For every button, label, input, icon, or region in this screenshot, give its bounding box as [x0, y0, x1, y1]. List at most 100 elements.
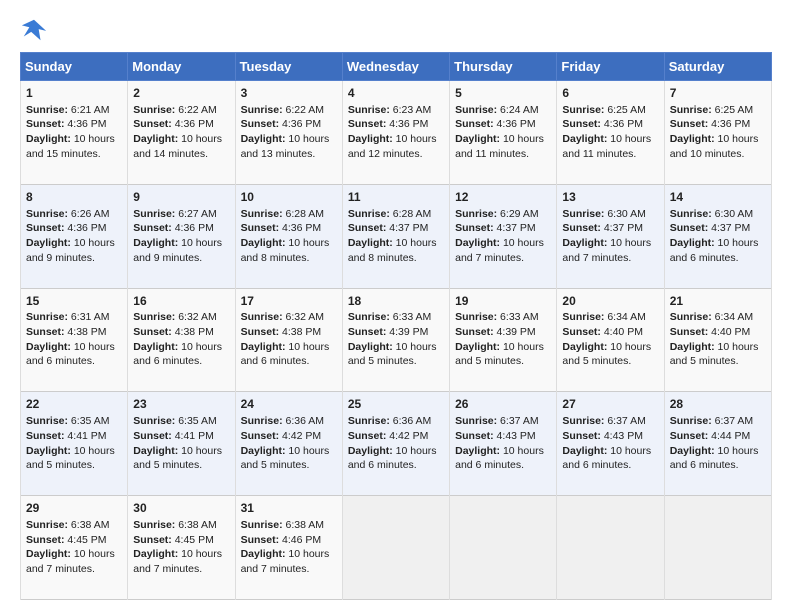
- day-cell: 12Sunrise: 6:29 AMSunset: 4:37 PMDayligh…: [450, 184, 557, 288]
- day-cell: 31Sunrise: 6:38 AMSunset: 4:46 PMDayligh…: [235, 496, 342, 600]
- sunset-label: Sunset:: [670, 430, 709, 442]
- day-number: 25: [348, 396, 444, 413]
- day-cell: 14Sunrise: 6:30 AMSunset: 4:37 PMDayligh…: [664, 184, 771, 288]
- daylight-label: Daylight:: [133, 133, 178, 145]
- day-number: 20: [562, 293, 658, 310]
- day-number: 11: [348, 189, 444, 206]
- day-cell: 3Sunrise: 6:22 AMSunset: 4:36 PMDaylight…: [235, 81, 342, 185]
- sunset-label: Sunset:: [348, 118, 387, 130]
- day-cell: 19Sunrise: 6:33 AMSunset: 4:39 PMDayligh…: [450, 288, 557, 392]
- daylight-label: Daylight:: [562, 445, 607, 457]
- day-cell: 29Sunrise: 6:38 AMSunset: 4:45 PMDayligh…: [21, 496, 128, 600]
- sunrise-label: Sunrise:: [348, 311, 390, 323]
- sunrise-label: Sunrise:: [26, 104, 68, 116]
- day-cell: 28Sunrise: 6:37 AMSunset: 4:44 PMDayligh…: [664, 392, 771, 496]
- sunrise-label: Sunrise:: [670, 311, 712, 323]
- day-cell: 16Sunrise: 6:32 AMSunset: 4:38 PMDayligh…: [128, 288, 235, 392]
- day-cell: [450, 496, 557, 600]
- col-header-friday: Friday: [557, 53, 664, 81]
- daylight-label: Daylight:: [241, 341, 286, 353]
- sunset-label: Sunset:: [133, 222, 172, 234]
- day-number: 26: [455, 396, 551, 413]
- sunrise-label: Sunrise:: [348, 415, 390, 427]
- day-number: 12: [455, 189, 551, 206]
- daylight-label: Daylight:: [670, 237, 715, 249]
- day-cell: 24Sunrise: 6:36 AMSunset: 4:42 PMDayligh…: [235, 392, 342, 496]
- week-row-4: 22Sunrise: 6:35 AMSunset: 4:41 PMDayligh…: [21, 392, 772, 496]
- header: [20, 16, 772, 44]
- day-cell: 11Sunrise: 6:28 AMSunset: 4:37 PMDayligh…: [342, 184, 449, 288]
- col-header-saturday: Saturday: [664, 53, 771, 81]
- sunrise-label: Sunrise:: [562, 415, 604, 427]
- col-header-wednesday: Wednesday: [342, 53, 449, 81]
- day-number: 5: [455, 85, 551, 102]
- sunset-label: Sunset:: [133, 326, 172, 338]
- sunset-label: Sunset:: [26, 534, 65, 546]
- day-cell: 4Sunrise: 6:23 AMSunset: 4:36 PMDaylight…: [342, 81, 449, 185]
- day-cell: 23Sunrise: 6:35 AMSunset: 4:41 PMDayligh…: [128, 392, 235, 496]
- day-cell: 21Sunrise: 6:34 AMSunset: 4:40 PMDayligh…: [664, 288, 771, 392]
- day-number: 17: [241, 293, 337, 310]
- daylight-label: Daylight:: [670, 445, 715, 457]
- daylight-label: Daylight:: [26, 445, 71, 457]
- sunrise-label: Sunrise:: [26, 519, 68, 531]
- sunrise-label: Sunrise:: [26, 311, 68, 323]
- sunset-label: Sunset:: [133, 534, 172, 546]
- day-cell: 20Sunrise: 6:34 AMSunset: 4:40 PMDayligh…: [557, 288, 664, 392]
- daylight-label: Daylight:: [133, 548, 178, 560]
- sunset-label: Sunset:: [670, 118, 709, 130]
- daylight-label: Daylight:: [133, 237, 178, 249]
- day-cell: [664, 496, 771, 600]
- sunset-label: Sunset:: [241, 222, 280, 234]
- daylight-label: Daylight:: [348, 341, 393, 353]
- week-row-3: 15Sunrise: 6:31 AMSunset: 4:38 PMDayligh…: [21, 288, 772, 392]
- week-row-1: 1Sunrise: 6:21 AMSunset: 4:36 PMDaylight…: [21, 81, 772, 185]
- sunset-label: Sunset:: [241, 430, 280, 442]
- day-cell: 5Sunrise: 6:24 AMSunset: 4:36 PMDaylight…: [450, 81, 557, 185]
- day-number: 15: [26, 293, 122, 310]
- daylight-label: Daylight:: [455, 341, 500, 353]
- calendar-header-row: SundayMondayTuesdayWednesdayThursdayFrid…: [21, 53, 772, 81]
- sunrise-label: Sunrise:: [133, 311, 175, 323]
- sunrise-label: Sunrise:: [133, 519, 175, 531]
- sunrise-label: Sunrise:: [562, 208, 604, 220]
- sunrise-label: Sunrise:: [670, 104, 712, 116]
- daylight-label: Daylight:: [670, 341, 715, 353]
- day-number: 18: [348, 293, 444, 310]
- day-number: 23: [133, 396, 229, 413]
- day-cell: 13Sunrise: 6:30 AMSunset: 4:37 PMDayligh…: [557, 184, 664, 288]
- daylight-label: Daylight:: [26, 341, 71, 353]
- day-cell: 17Sunrise: 6:32 AMSunset: 4:38 PMDayligh…: [235, 288, 342, 392]
- day-number: 24: [241, 396, 337, 413]
- sunset-label: Sunset:: [26, 222, 65, 234]
- day-cell: 27Sunrise: 6:37 AMSunset: 4:43 PMDayligh…: [557, 392, 664, 496]
- day-cell: 10Sunrise: 6:28 AMSunset: 4:36 PMDayligh…: [235, 184, 342, 288]
- sunset-label: Sunset:: [562, 326, 601, 338]
- sunset-label: Sunset:: [348, 326, 387, 338]
- day-number: 1: [26, 85, 122, 102]
- day-number: 27: [562, 396, 658, 413]
- sunset-label: Sunset:: [562, 430, 601, 442]
- day-cell: [342, 496, 449, 600]
- sunrise-label: Sunrise:: [670, 208, 712, 220]
- sunrise-label: Sunrise:: [562, 311, 604, 323]
- sunrise-label: Sunrise:: [133, 104, 175, 116]
- day-cell: 1Sunrise: 6:21 AMSunset: 4:36 PMDaylight…: [21, 81, 128, 185]
- day-number: 9: [133, 189, 229, 206]
- sunrise-label: Sunrise:: [348, 104, 390, 116]
- day-cell: 8Sunrise: 6:26 AMSunset: 4:36 PMDaylight…: [21, 184, 128, 288]
- daylight-label: Daylight:: [241, 548, 286, 560]
- day-cell: 15Sunrise: 6:31 AMSunset: 4:38 PMDayligh…: [21, 288, 128, 392]
- daylight-label: Daylight:: [26, 548, 71, 560]
- daylight-label: Daylight:: [348, 133, 393, 145]
- daylight-label: Daylight:: [348, 237, 393, 249]
- sunset-label: Sunset:: [562, 118, 601, 130]
- sunset-label: Sunset:: [133, 118, 172, 130]
- day-cell: 7Sunrise: 6:25 AMSunset: 4:36 PMDaylight…: [664, 81, 771, 185]
- sunrise-label: Sunrise:: [241, 208, 283, 220]
- sunset-label: Sunset:: [670, 222, 709, 234]
- sunset-label: Sunset:: [26, 430, 65, 442]
- sunset-label: Sunset:: [670, 326, 709, 338]
- sunrise-label: Sunrise:: [26, 208, 68, 220]
- sunrise-label: Sunrise:: [455, 208, 497, 220]
